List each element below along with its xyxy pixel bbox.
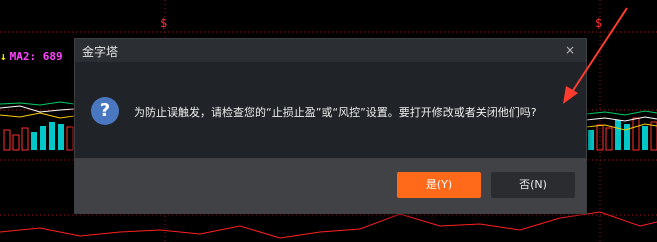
right-volume-bars [588,117,657,151]
yes-button[interactable]: 是(Y) [397,172,481,198]
dialog-titlebar[interactable]: 金字塔 × [75,39,586,62]
confirm-dialog: 金字塔 × ? 为防止误触发，请检查您的“止损止盈”或“风控”设置。要打开修改或… [74,38,587,214]
close-icon[interactable]: × [562,41,578,59]
chart-marker: $ [160,16,167,30]
dialog-message: 为防止误触发，请检查您的“止损止盈”或“风控”设置。要打开修改或者关闭他们吗? [134,106,537,119]
indicator-legend: ↓ MA2: 689 [0,50,63,63]
question-icon: ? [91,97,119,125]
chart-marker: $ [595,16,602,30]
down-arrow-icon: ↓ [0,50,7,63]
dialog-title: 金字塔 [82,45,119,59]
no-button[interactable]: 否(N) [491,172,575,198]
dialog-footer: 是(Y) 否(N) [75,158,586,213]
ma2-label: MA2: 689 [9,50,63,63]
dialog-content: ? 为防止误触发，请检查您的“止损止盈”或“风控”设置。要打开修改或者关闭他们吗… [75,62,586,158]
left-volume-bars [3,122,74,151]
